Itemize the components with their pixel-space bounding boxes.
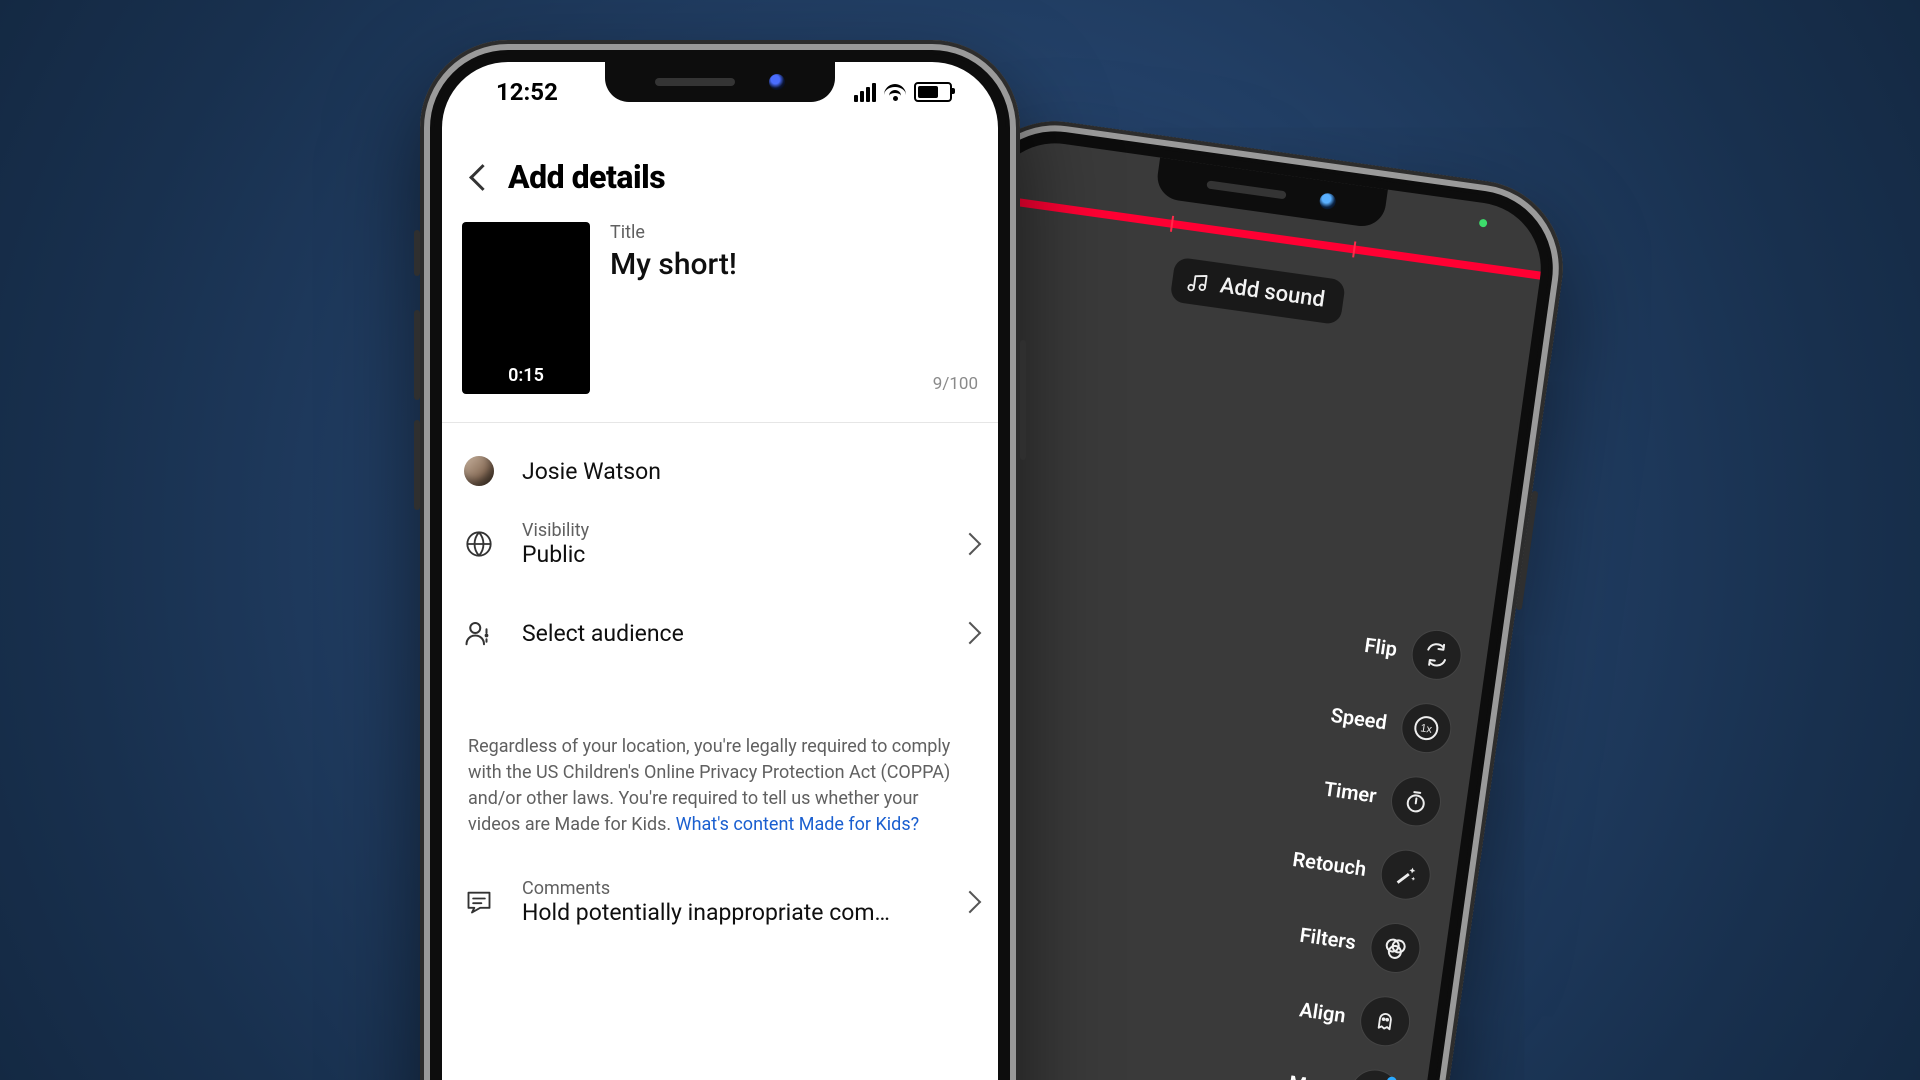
visibility-row[interactable]: Visibility Public (462, 520, 978, 568)
page-header: Add details (442, 142, 998, 212)
chevron-left-icon (469, 164, 496, 191)
comment-settings-icon (462, 885, 496, 919)
tool-filters[interactable]: Filters (1297, 911, 1423, 975)
tool-speed[interactable]: Speed 1x (1328, 691, 1454, 755)
made-for-kids-link[interactable]: What's content Made for Kids? (676, 814, 920, 835)
title-field-label: Title (610, 222, 978, 243)
chevron-right-icon (959, 533, 982, 556)
audience-label: Select audience (522, 620, 936, 647)
back-button[interactable] (462, 157, 502, 197)
svg-text:1x: 1x (1420, 722, 1434, 736)
section-divider (442, 422, 998, 423)
notch (605, 62, 835, 102)
filters-icon (1368, 921, 1422, 975)
add-sound-button[interactable]: Add sound (1169, 257, 1345, 325)
comments-row[interactable]: Comments Hold potentially inappropriate … (462, 878, 978, 926)
comments-label: Comments (522, 878, 936, 899)
video-thumbnail[interactable]: 0:15 (462, 222, 590, 394)
status-time: 12:52 (496, 78, 558, 106)
audience-row[interactable]: Select audience (462, 616, 978, 650)
globe-icon (462, 527, 496, 561)
legal-disclaimer: Regardless of your location, you're lega… (468, 734, 972, 838)
timer-icon (1389, 774, 1443, 828)
magic-wand-icon (1379, 848, 1433, 902)
avatar (464, 456, 494, 486)
channel-name: Josie Watson (522, 458, 978, 485)
speed-icon: 1x (1399, 701, 1453, 755)
visibility-label: Visibility (522, 520, 936, 541)
new-feature-dot (1386, 1076, 1397, 1080)
camera-tool-rail: Flip Speed 1x Timer (1259, 615, 1464, 1080)
tool-align[interactable]: Align (1296, 985, 1412, 1048)
phone-front: 12:52 Add details 0:15 Title My short! (420, 40, 1020, 1080)
title-row: 0:15 Title My short! 9/100 (462, 222, 978, 394)
add-sound-label: Add sound (1218, 273, 1326, 312)
flip-icon (1410, 628, 1464, 682)
visibility-value: Public (522, 541, 936, 568)
recording-indicator-dot (1479, 219, 1488, 228)
cellular-signal-icon (854, 83, 876, 102)
title-field[interactable]: My short! (610, 247, 978, 282)
channel-row[interactable]: Josie Watson (462, 454, 978, 488)
battery-icon (914, 82, 952, 102)
music-note-icon (1185, 270, 1210, 295)
artboard: Add sound Flip Speed 1x (0, 0, 1920, 1080)
phone-front-screen: 12:52 Add details 0:15 Title My short! (442, 62, 998, 1080)
chevron-down-icon (1348, 1067, 1402, 1080)
tool-flip[interactable]: Flip (1361, 621, 1463, 682)
tool-more[interactable]: More (1286, 1059, 1402, 1080)
comments-value: Hold potentially inappropriate com… (522, 899, 936, 926)
title-char-counter: 9/100 (933, 374, 978, 394)
audience-icon (462, 616, 496, 650)
align-ghost-icon (1358, 994, 1412, 1048)
chevron-right-icon (959, 891, 982, 914)
notch (1155, 158, 1388, 230)
wifi-icon (884, 84, 906, 100)
video-duration: 0:15 (508, 365, 544, 386)
tool-timer[interactable]: Timer (1321, 765, 1443, 829)
page-title: Add details (508, 158, 665, 196)
tool-retouch[interactable]: Retouch (1289, 835, 1432, 902)
chevron-right-icon (959, 622, 982, 645)
